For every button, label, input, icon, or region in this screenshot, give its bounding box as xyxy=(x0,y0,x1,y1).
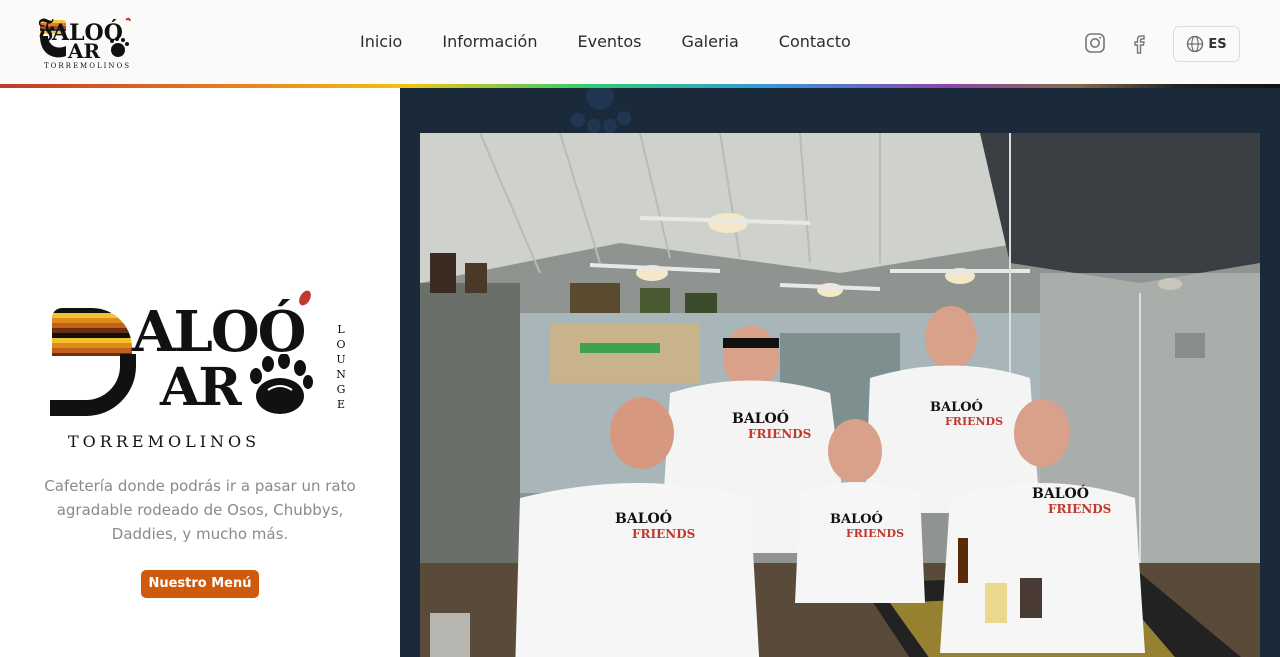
hero-intro: ALOÓ AR LOUNGE TORREMOLINOS Cafetería do… xyxy=(0,88,400,657)
logo-mark-svg: ALOÓ AR xyxy=(40,17,131,62)
bear-paw-icon xyxy=(250,354,313,414)
svg-text:BALOÓ: BALOÓ xyxy=(615,509,672,527)
hero-photo-panel: BALOÓ FRIENDS BALOÓ FRIENDS BALOÓ FRIEND… xyxy=(400,88,1280,657)
nav-informacion[interactable]: Información xyxy=(422,30,557,54)
logo-sunset-stripes xyxy=(52,308,132,356)
instagram-icon[interactable] xyxy=(1084,32,1106,54)
logo-vertical-text: LOUNGE xyxy=(336,323,346,411)
logo-line-1: ALOÓ xyxy=(132,299,306,365)
hero-tagline: Cafetería donde podrás ir a pasar un rat… xyxy=(44,477,356,543)
background-paw-icon xyxy=(571,88,631,133)
our-menu-button[interactable]: Nuestro Menú xyxy=(141,570,259,598)
svg-text:BALOÓ: BALOÓ xyxy=(830,510,883,527)
logo-town: TORREMOLINOS xyxy=(68,432,261,451)
svg-text:BALOÓ: BALOÓ xyxy=(1032,484,1089,502)
site-header: 𝔉 ALOÓ AR TORREMOLINOS Inicio Informació… xyxy=(0,0,1280,84)
svg-text:FRIENDS: FRIENDS xyxy=(632,527,695,541)
svg-text:BALOÓ: BALOÓ xyxy=(930,398,983,415)
facebook-icon[interactable] xyxy=(1128,32,1150,54)
hero-logo: ALOÓ AR LOUNGE TORREMOLINOS xyxy=(50,288,350,458)
group-photo-illustration: BALOÓ FRIENDS BALOÓ FRIENDS BALOÓ FRIEND… xyxy=(420,133,1260,657)
logo-subtitle: TORREMOLINOS xyxy=(44,62,132,70)
language-selector[interactable]: ES xyxy=(1173,26,1240,62)
logo-b-shape xyxy=(50,354,136,416)
nav-inicio[interactable]: Inicio xyxy=(340,30,422,54)
language-label: ES xyxy=(1208,36,1227,52)
globe-icon xyxy=(1187,35,1204,53)
nav-galeria[interactable]: Galeria xyxy=(661,30,758,54)
main-nav: Inicio Información Eventos Galeria Conta… xyxy=(340,30,871,54)
nav-contacto[interactable]: Contacto xyxy=(759,30,871,54)
svg-text:FRIENDS: FRIENDS xyxy=(945,415,1003,428)
svg-text:AR: AR xyxy=(67,39,101,62)
group-photo: BALOÓ FRIENDS BALOÓ FRIENDS BALOÓ FRIEND… xyxy=(420,133,1260,657)
svg-text:BALOÓ: BALOÓ xyxy=(732,409,789,427)
svg-text:FRIENDS: FRIENDS xyxy=(1048,502,1111,516)
svg-text:FRIENDS: FRIENDS xyxy=(748,427,811,441)
nav-eventos[interactable]: Eventos xyxy=(557,30,661,54)
svg-text:FRIENDS: FRIENDS xyxy=(846,527,904,540)
logo-line-2: AR xyxy=(160,357,242,418)
header-logo[interactable]: 𝔉 ALOÓ AR TORREMOLINOS xyxy=(38,16,140,72)
